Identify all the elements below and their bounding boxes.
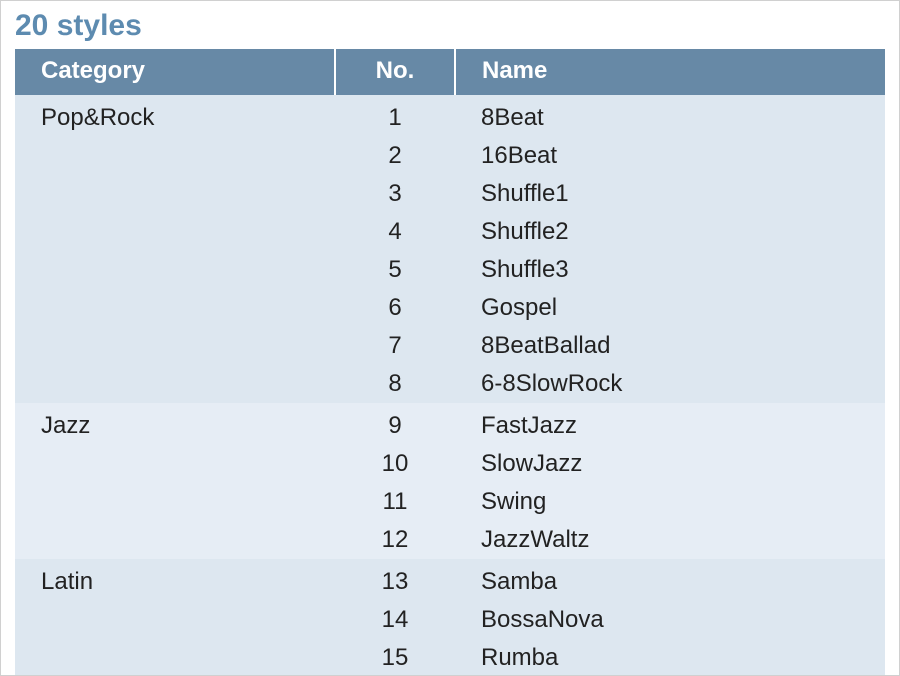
cell-name: Shuffle3 xyxy=(455,251,885,289)
cell-category xyxy=(15,445,335,483)
cell-category: Jazz xyxy=(15,403,335,445)
cell-no: 7 xyxy=(335,327,455,365)
page-title: 20 styles xyxy=(1,1,899,49)
table-row: 5Shuffle3 xyxy=(15,251,885,289)
styles-panel: 20 styles Category No. Name Pop&Rock18Be… xyxy=(0,0,900,676)
cell-name: 8Beat xyxy=(455,95,885,137)
cell-name: 16Beat xyxy=(455,137,885,175)
cell-no: 8 xyxy=(335,365,455,403)
cell-no: 2 xyxy=(335,137,455,175)
table-row: 11Swing xyxy=(15,483,885,521)
cell-category xyxy=(15,213,335,251)
cell-name: SlowJazz xyxy=(455,445,885,483)
table-row: 86-8SlowRock xyxy=(15,365,885,403)
cell-name: Swing xyxy=(455,483,885,521)
cell-no: 11 xyxy=(335,483,455,521)
table-row: 10SlowJazz xyxy=(15,445,885,483)
cell-name: FastJazz xyxy=(455,403,885,445)
cell-name: Shuffle1 xyxy=(455,175,885,213)
cell-name: Rumba xyxy=(455,639,885,676)
cell-category xyxy=(15,175,335,213)
cell-name: Gospel xyxy=(455,289,885,327)
styles-table-wrap: Category No. Name Pop&Rock18Beat216Beat3… xyxy=(1,49,899,676)
table-row: Latin13Samba xyxy=(15,559,885,601)
cell-name: Samba xyxy=(455,559,885,601)
cell-category xyxy=(15,289,335,327)
cell-no: 15 xyxy=(335,639,455,676)
table-row: 15Rumba xyxy=(15,639,885,676)
table-row: 12JazzWaltz xyxy=(15,521,885,559)
cell-category xyxy=(15,639,335,676)
styles-table: Category No. Name Pop&Rock18Beat216Beat3… xyxy=(15,49,885,676)
cell-no: 4 xyxy=(335,213,455,251)
cell-no: 5 xyxy=(335,251,455,289)
col-header-name: Name xyxy=(455,49,885,95)
table-row: Jazz9FastJazz xyxy=(15,403,885,445)
col-header-no: No. xyxy=(335,49,455,95)
cell-no: 12 xyxy=(335,521,455,559)
cell-name: 8BeatBallad xyxy=(455,327,885,365)
cell-no: 9 xyxy=(335,403,455,445)
cell-no: 14 xyxy=(335,601,455,639)
cell-category: Latin xyxy=(15,559,335,601)
table-row: 216Beat xyxy=(15,137,885,175)
cell-name: JazzWaltz xyxy=(455,521,885,559)
cell-no: 3 xyxy=(335,175,455,213)
cell-name: 6-8SlowRock xyxy=(455,365,885,403)
table-row: Pop&Rock18Beat xyxy=(15,95,885,137)
cell-category: Pop&Rock xyxy=(15,95,335,137)
cell-category xyxy=(15,601,335,639)
cell-category xyxy=(15,251,335,289)
cell-no: 1 xyxy=(335,95,455,137)
table-row: 4Shuffle2 xyxy=(15,213,885,251)
cell-name: Shuffle2 xyxy=(455,213,885,251)
cell-category xyxy=(15,137,335,175)
cell-no: 13 xyxy=(335,559,455,601)
cell-category xyxy=(15,365,335,403)
cell-no: 10 xyxy=(335,445,455,483)
cell-name: BossaNova xyxy=(455,601,885,639)
table-row: 14BossaNova xyxy=(15,601,885,639)
col-header-category: Category xyxy=(15,49,335,95)
table-row: 78BeatBallad xyxy=(15,327,885,365)
table-header-row: Category No. Name xyxy=(15,49,885,95)
cell-category xyxy=(15,521,335,559)
cell-category xyxy=(15,327,335,365)
cell-no: 6 xyxy=(335,289,455,327)
table-row: 3Shuffle1 xyxy=(15,175,885,213)
table-row: 6Gospel xyxy=(15,289,885,327)
cell-category xyxy=(15,483,335,521)
